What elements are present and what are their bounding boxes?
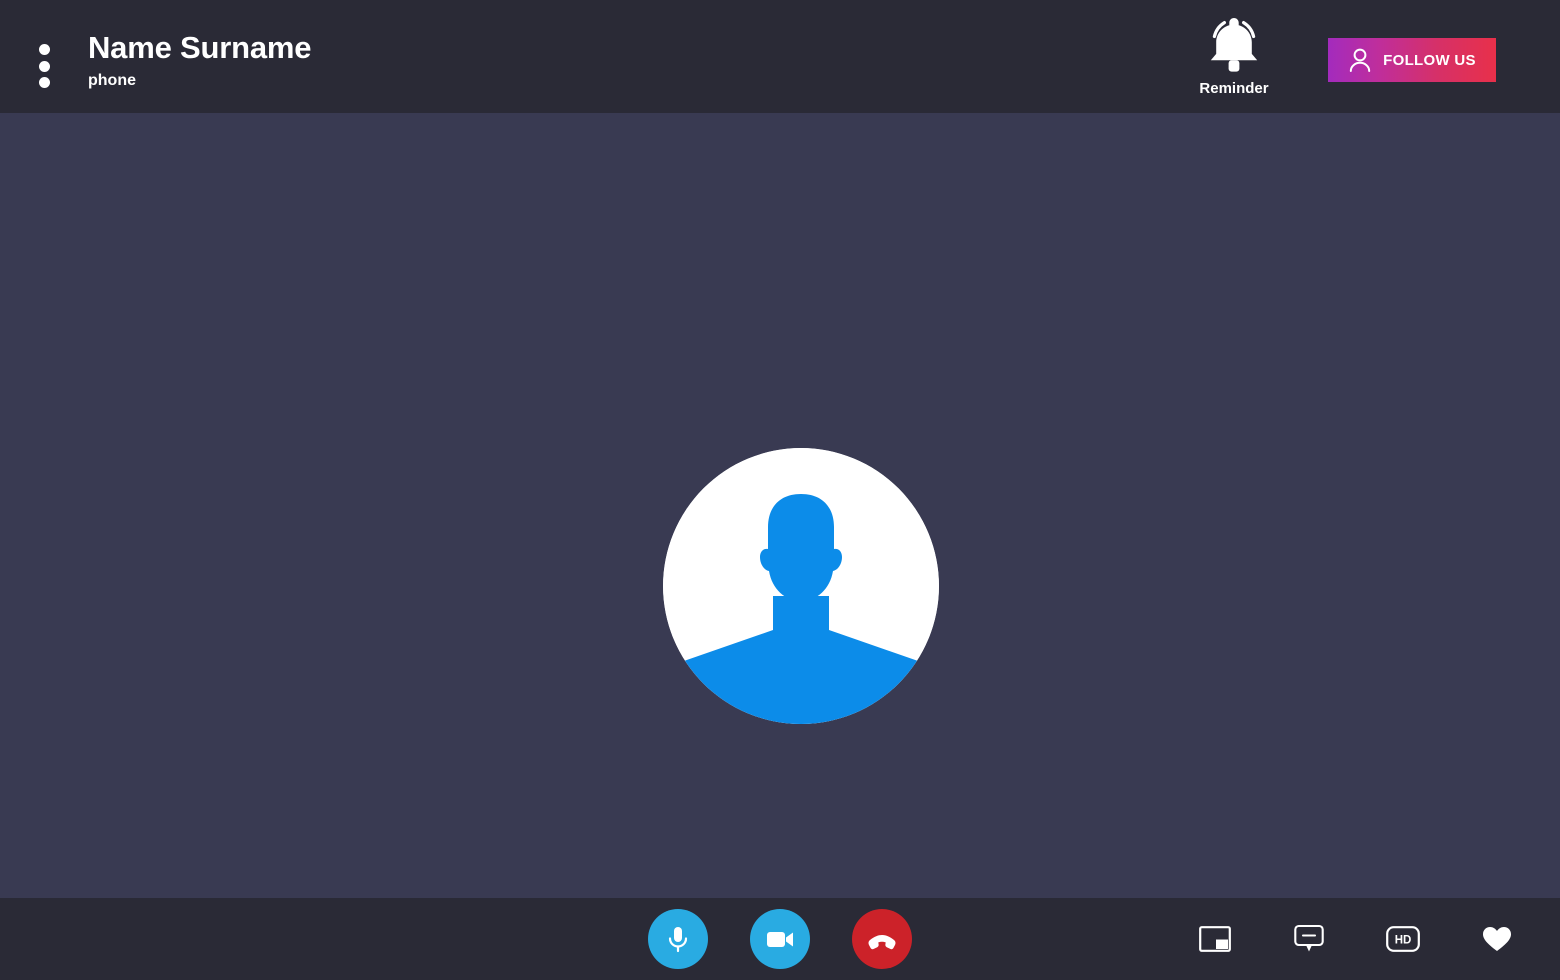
call-control-bar: HD	[0, 898, 1560, 980]
call-type-label: phone	[88, 71, 136, 89]
chat-button[interactable]	[1292, 922, 1326, 956]
caller-name: Name Surname	[88, 30, 312, 65]
microphone-icon	[668, 927, 688, 953]
video-camera-button[interactable]	[750, 909, 810, 969]
menu-dot	[38, 44, 50, 55]
chat-bubble-icon	[1294, 924, 1324, 952]
hang-up-phone-icon	[868, 935, 896, 950]
follow-us-label: FOLLOW US	[1383, 51, 1476, 69]
kebab-menu-icon[interactable]	[36, 44, 52, 88]
video-call-screen: Name Surname phone Reminder FOLLOW US HD	[0, 0, 1560, 980]
reminder-button[interactable]: Reminder	[1193, 12, 1275, 97]
call-actions-group	[648, 909, 912, 969]
bell-ring-icon	[1210, 18, 1258, 72]
hd-badge-icon: HD	[1386, 926, 1420, 952]
utility-actions-group: HD	[1198, 898, 1514, 980]
hd-badge-label: HD	[1395, 935, 1412, 947]
heart-icon	[1483, 926, 1511, 951]
avatar	[663, 448, 939, 724]
caller-info: Name Surname phone	[88, 30, 312, 89]
favorite-button[interactable]	[1480, 922, 1514, 956]
end-call-button[interactable]	[852, 909, 912, 969]
video-camera-icon	[767, 932, 793, 947]
menu-dot	[38, 77, 50, 88]
picture-in-picture-icon	[1199, 926, 1231, 952]
call-stage	[0, 113, 1560, 898]
reminder-label: Reminder	[1199, 80, 1269, 97]
picture-in-picture-button[interactable]	[1198, 922, 1232, 956]
menu-dot	[38, 60, 50, 72]
follow-us-button[interactable]: FOLLOW US	[1328, 38, 1496, 82]
user-avatar-placeholder-icon	[663, 448, 939, 724]
call-header: Name Surname phone Reminder FOLLOW US	[0, 0, 1560, 113]
microphone-button[interactable]	[648, 909, 708, 969]
hd-quality-button[interactable]: HD	[1386, 922, 1420, 956]
person-outline-icon	[1349, 48, 1371, 72]
